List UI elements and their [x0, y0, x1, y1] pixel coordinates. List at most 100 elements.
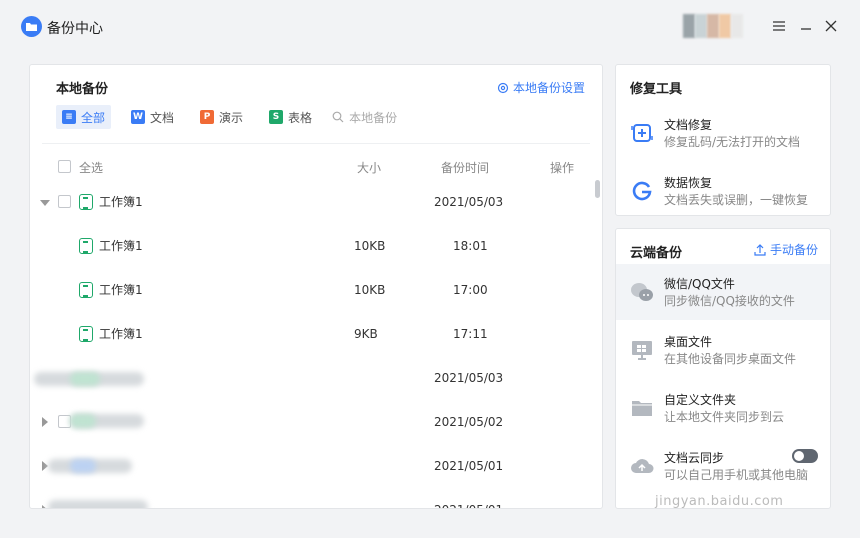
backup-time: 17:11	[453, 327, 488, 341]
writer-icon: W	[131, 110, 146, 124]
presentation-icon: P	[200, 110, 215, 124]
cloud-item-wechat-qq[interactable]: 微信/QQ文件 同步微信/QQ接收的文件	[616, 264, 830, 320]
data-recovery-icon	[630, 179, 654, 203]
filter-label: 全部	[81, 110, 106, 125]
tool-desc: 文档丢失或误删，一键恢复	[664, 193, 809, 207]
chat-icon	[630, 280, 654, 304]
blurred-file-icon	[70, 459, 96, 473]
list-icon: ≡	[62, 110, 76, 124]
tool-desc: 在其他设备同步桌面文件	[664, 352, 797, 366]
file-name: 工作簿1	[99, 283, 143, 297]
search-input[interactable]: 本地备份	[332, 109, 397, 126]
spreadsheet-file-icon	[79, 282, 93, 298]
expand-icon[interactable]	[42, 417, 48, 427]
spreadsheet-icon: S	[269, 110, 284, 124]
backup-time: 2021/05/01	[434, 459, 504, 473]
cloud-item-desktop[interactable]: 桌面文件 在其他设备同步桌面文件	[616, 322, 830, 378]
action-column-header: 操作	[550, 161, 575, 175]
filter-label: 演示	[219, 110, 244, 125]
file-size: 9KB	[354, 327, 378, 341]
filter-label: 表格	[288, 110, 313, 125]
tool-name: 数据恢复	[664, 176, 713, 190]
table-row[interactable]: 2021/05/03	[30, 356, 590, 400]
backup-time: 2021/05/03	[434, 195, 504, 209]
blurred-file-name	[48, 500, 148, 508]
backup-time: 17:00	[453, 283, 488, 297]
backup-time: 2021/05/02	[434, 415, 504, 429]
row-checkbox[interactable]	[58, 195, 71, 208]
spreadsheet-file-icon	[79, 238, 93, 254]
watermark-text: jingyan.baidu.com	[655, 494, 784, 509]
tool-data-recovery[interactable]: 数据恢复 文档丢失或误删，一键恢复	[616, 163, 832, 219]
tool-name: 微信/QQ文件	[664, 277, 735, 291]
menu-icon[interactable]	[770, 17, 788, 35]
table-row[interactable]: 2021/05/02	[30, 400, 590, 444]
search-icon	[332, 111, 344, 123]
table-row[interactable]: 工作簿1 9KB 17:11	[30, 312, 590, 356]
spreadsheet-file-icon	[79, 326, 93, 342]
cloud-backup-title: 云端备份	[630, 246, 683, 261]
title-bar: 备份中心	[0, 0, 860, 54]
filter-sheet[interactable]: S 表格	[263, 105, 318, 129]
filter-label: 文档	[150, 110, 175, 125]
tool-name: 文档云同步	[664, 451, 725, 465]
tool-name: 自定义文件夹	[664, 393, 737, 407]
filter-presentation[interactable]: P 演示	[194, 105, 249, 129]
select-all-label: 全选	[79, 161, 104, 175]
divider	[42, 143, 590, 144]
file-name: 工作簿1	[99, 327, 143, 341]
manual-backup-button[interactable]: 手动备份	[754, 241, 818, 258]
repair-tools-title: 修复工具	[630, 82, 683, 97]
local-backup-settings-link[interactable]: 本地备份设置	[497, 79, 585, 96]
tool-document-repair[interactable]: 文档修复 修复乱码/无法打开的文档	[616, 105, 832, 161]
time-column-header: 备份时间	[441, 161, 490, 175]
tool-desc: 同步微信/QQ接收的文件	[664, 294, 795, 308]
repair-tools-panel: 修复工具 文档修复 修复乱码/无法打开的文档 数据恢复 文档丢失或误删，一键恢复	[615, 64, 831, 216]
desktop-icon	[630, 338, 654, 362]
file-name: 工作簿1	[99, 239, 143, 253]
backup-time: 18:01	[453, 239, 488, 253]
cloud-backup-panel: 云端备份 手动备份 微信/QQ文件 同步微信/QQ接收的文件 桌面文件 在其他设…	[615, 228, 831, 509]
scrollbar-thumb[interactable]	[595, 180, 600, 198]
tool-desc: 让本地文件夹同步到云	[664, 410, 785, 424]
spreadsheet-file-icon	[79, 194, 93, 210]
blurred-file-icon	[70, 372, 100, 386]
table-row[interactable]: 工作簿1 10KB 18:01	[30, 224, 590, 268]
cloud-upload-icon	[630, 454, 654, 478]
search-placeholder: 本地备份	[349, 110, 398, 125]
cloud-item-custom-folder[interactable]: 自定义文件夹 让本地文件夹同步到云	[616, 380, 830, 436]
filter-all[interactable]: ≡ 全部	[56, 105, 112, 129]
table-row[interactable]: 工作簿1 2021/05/03	[30, 180, 590, 224]
tool-name: 桌面文件	[664, 335, 713, 349]
collapse-icon[interactable]	[40, 200, 50, 206]
table-row[interactable]: 2021/05/01	[30, 488, 590, 508]
backup-time: 2021/05/01	[434, 488, 503, 508]
tool-desc: 修复乱码/无法打开的文档	[664, 135, 801, 149]
document-repair-icon	[630, 121, 654, 145]
local-backup-panel: 本地备份 本地备份设置 ≡ 全部 W 文档 P 演示 S 表格 本地备份 全选 …	[29, 64, 603, 509]
size-column-header: 大小	[357, 161, 382, 175]
file-size: 10KB	[354, 283, 386, 297]
backup-time: 2021/05/03	[434, 371, 504, 385]
cloud-item-doc-sync[interactable]: 文档云同步 可以自己用手机或其他电脑	[616, 438, 830, 494]
tool-name: 文档修复	[664, 118, 713, 132]
user-avatar[interactable]	[683, 14, 743, 38]
minimize-icon[interactable]	[797, 17, 815, 35]
tool-desc: 可以自己用手机或其他电脑	[664, 468, 809, 482]
upload-icon	[754, 243, 766, 256]
close-icon[interactable]	[822, 17, 840, 35]
file-size: 10KB	[354, 239, 386, 253]
doc-sync-toggle[interactable]	[792, 449, 818, 463]
local-backup-settings-label: 本地备份设置	[512, 81, 585, 95]
app-logo-icon	[21, 16, 42, 37]
filter-bar: ≡ 全部 W 文档 P 演示 S 表格 本地备份	[56, 105, 397, 129]
file-name: 工作簿1	[99, 195, 143, 209]
table-row[interactable]: 工作簿1 10KB 17:00	[30, 268, 590, 312]
select-all-checkbox[interactable]	[58, 160, 71, 173]
manual-backup-label: 手动备份	[769, 243, 818, 257]
app-title: 备份中心	[47, 21, 103, 37]
table-row[interactable]: 2021/05/01	[30, 444, 590, 488]
filter-doc[interactable]: W 文档	[125, 105, 180, 129]
folder-icon	[630, 396, 654, 420]
local-backup-title: 本地备份	[56, 82, 109, 97]
